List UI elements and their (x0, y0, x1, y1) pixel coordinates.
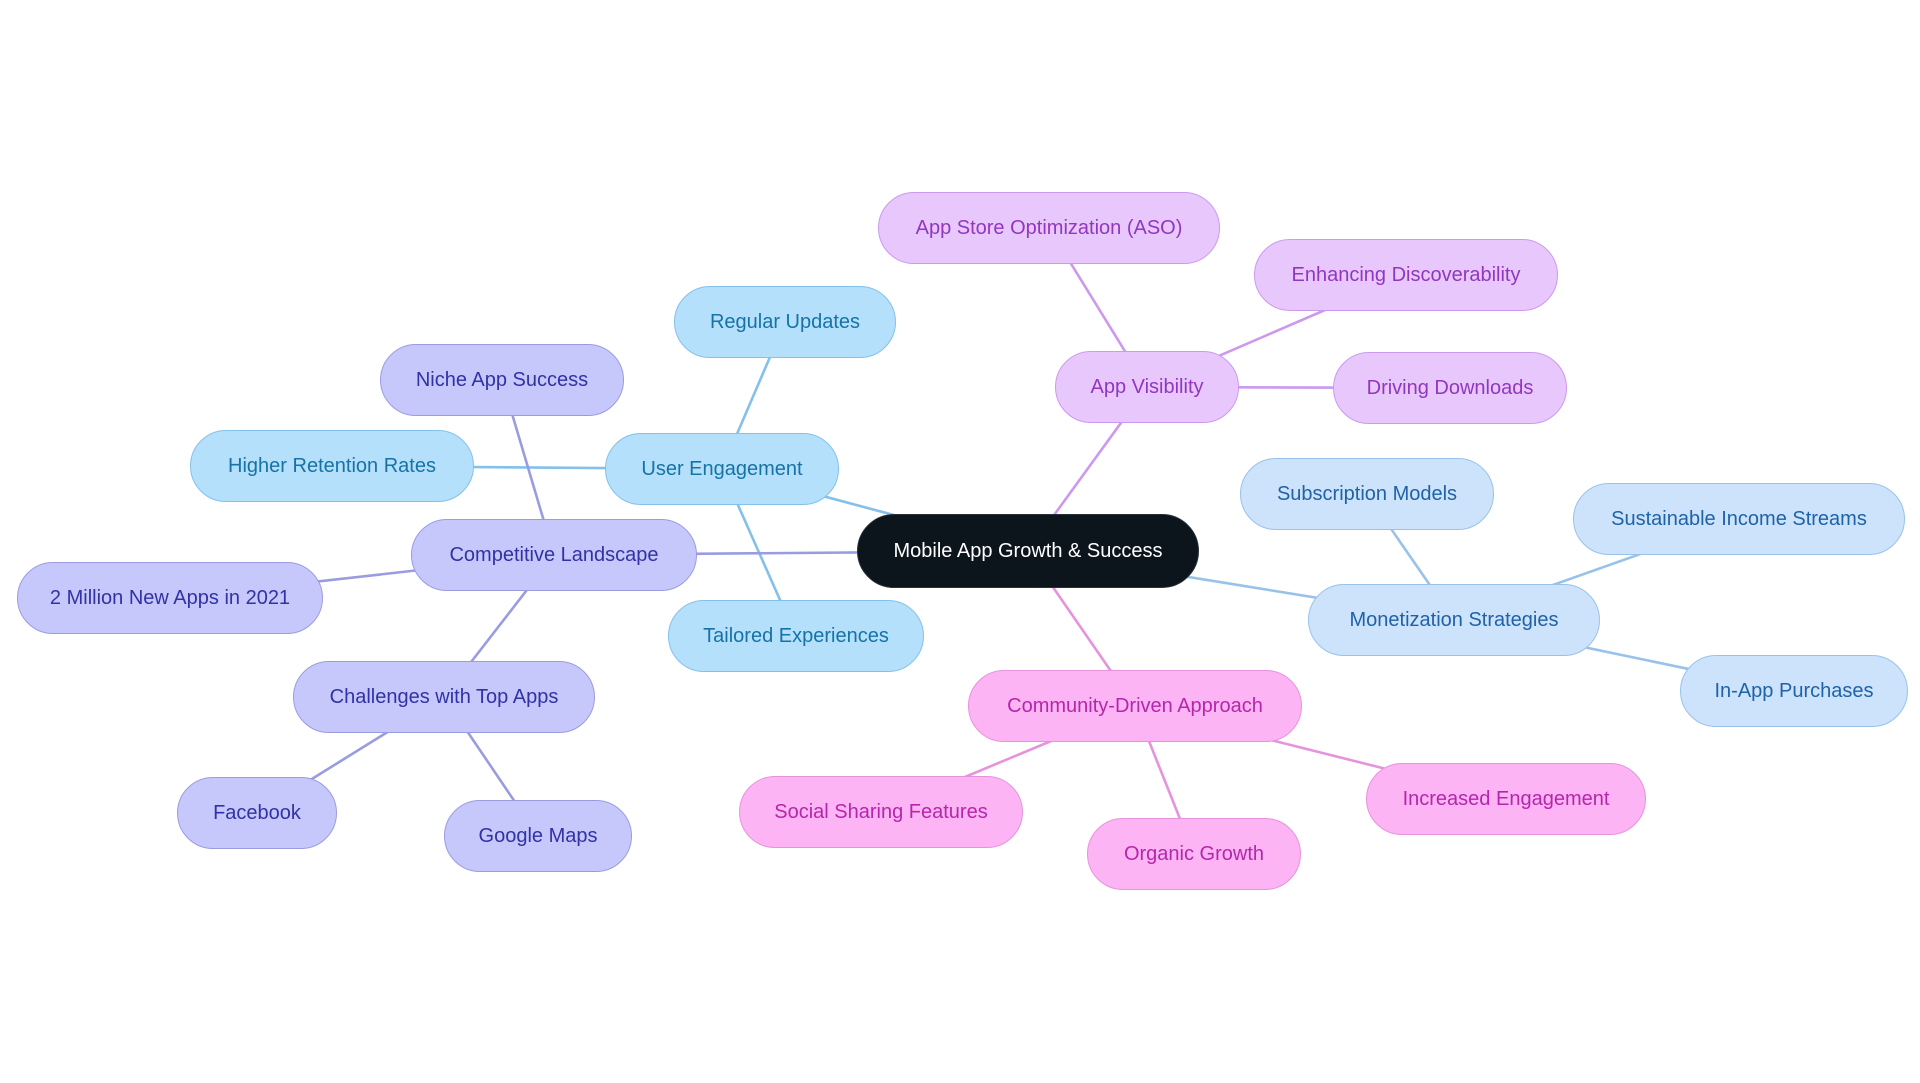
leaf-node-sustainable-income-streams[interactable]: Sustainable Income Streams (1573, 483, 1905, 555)
leaf-node-subscription-models[interactable]: Subscription Models (1240, 458, 1494, 530)
branch-node-user-engagement[interactable]: User Engagement (605, 433, 839, 505)
leaf-node-driving-downloads[interactable]: Driving Downloads (1333, 352, 1567, 424)
leaf-node-niche-app-success[interactable]: Niche App Success (380, 344, 624, 416)
leaf-node-label: Google Maps (478, 824, 598, 847)
leaf-node-label: Tailored Experiences (703, 624, 889, 647)
root-node[interactable]: Mobile App Growth & Success (857, 514, 1199, 588)
leaf-node-label: Increased Engagement (1402, 787, 1610, 810)
branch-node-label: Community-Driven Approach (1007, 694, 1263, 717)
leaf-node-google-maps[interactable]: Google Maps (444, 800, 632, 872)
sub-branch-node-challenges-with-top-apps[interactable]: Challenges with Top Apps (293, 661, 595, 733)
leaf-node-enhancing-discoverability[interactable]: Enhancing Discoverability (1254, 239, 1558, 311)
leaf-node-label: App Store Optimization (ASO) (915, 216, 1183, 239)
leaf-node-label: Sustainable Income Streams (1611, 507, 1867, 530)
branch-node-monetization-strategies[interactable]: Monetization Strategies (1308, 584, 1600, 656)
branch-node-app-visibility[interactable]: App Visibility (1055, 351, 1239, 423)
leaf-node-label: In-App Purchases (1714, 679, 1874, 702)
leaf-node-2-million-new-apps[interactable]: 2 Million New Apps in 2021 (17, 562, 323, 634)
branch-node-competitive-landscape[interactable]: Competitive Landscape (411, 519, 697, 591)
root-node-label: Mobile App Growth & Success (893, 539, 1163, 562)
leaf-node-app-store-optimization[interactable]: App Store Optimization (ASO) (878, 192, 1220, 264)
leaf-node-regular-updates[interactable]: Regular Updates (674, 286, 896, 358)
leaf-node-label: Enhancing Discoverability (1291, 263, 1521, 286)
branch-node-label: Competitive Landscape (449, 543, 659, 566)
branch-node-community-driven-approach[interactable]: Community-Driven Approach (968, 670, 1302, 742)
leaf-node-label: 2 Million New Apps in 2021 (49, 586, 291, 609)
leaf-node-label: Social Sharing Features (774, 800, 988, 823)
leaf-node-label: Higher Retention Rates (228, 454, 436, 477)
branch-node-label: User Engagement (641, 457, 803, 480)
branch-node-label: App Visibility (1090, 375, 1204, 398)
leaf-node-higher-retention-rates[interactable]: Higher Retention Rates (190, 430, 474, 502)
leaf-node-label: Niche App Success (415, 368, 589, 391)
leaf-node-increased-engagement[interactable]: Increased Engagement (1366, 763, 1646, 835)
leaf-node-label: Driving Downloads (1366, 376, 1534, 399)
leaf-node-label: Regular Updates (709, 310, 861, 333)
leaf-node-facebook[interactable]: Facebook (177, 777, 337, 849)
leaf-node-label: Organic Growth (1123, 842, 1265, 865)
branch-node-label: Monetization Strategies (1349, 608, 1559, 631)
sub-branch-node-label: Challenges with Top Apps (329, 685, 559, 708)
leaf-node-label: Subscription Models (1276, 482, 1458, 505)
leaf-node-social-sharing-features[interactable]: Social Sharing Features (739, 776, 1023, 848)
leaf-node-tailored-experiences[interactable]: Tailored Experiences (668, 600, 924, 672)
leaf-node-label: Facebook (213, 801, 301, 824)
leaf-node-in-app-purchases[interactable]: In-App Purchases (1680, 655, 1908, 727)
leaf-node-organic-growth[interactable]: Organic Growth (1087, 818, 1301, 890)
